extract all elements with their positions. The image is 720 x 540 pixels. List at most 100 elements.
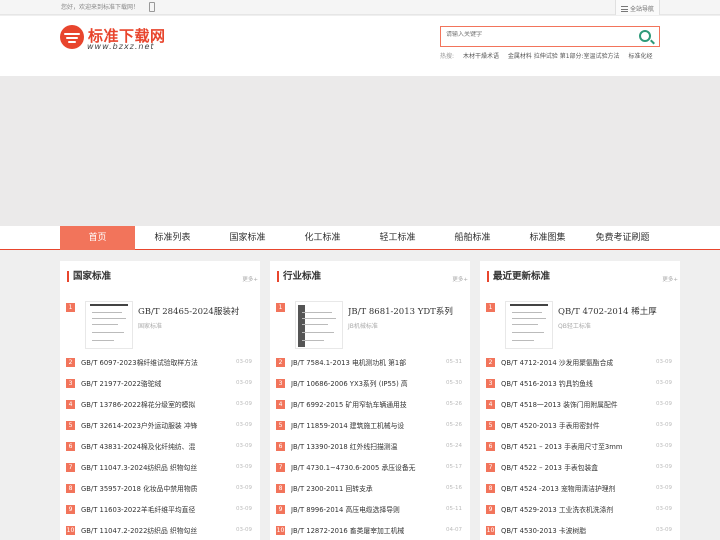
featured-item[interactable]: 1 JB/T 8681-2013 YDT系列 JB机械标准 [276,301,466,351]
list-item[interactable]: 8 GB/T 35957-2018 化妆品中禁用物质 03-09 [66,483,256,495]
list-item-title[interactable]: JB/T 2300-2011 回转支承 [291,484,431,494]
list-item[interactable]: 3 JB/T 10686-2006 YX3系列 (IP55) 高 05-30 [276,378,466,390]
standard-cover-thumbnail[interactable] [295,301,343,349]
list-item[interactable]: 2 GB/T 6097-2023棉纤维试验取样方法 03-09 [66,357,256,369]
nav-item-exam[interactable]: 免费考证刷题 [585,226,660,250]
rank-badge: 5 [66,421,75,430]
phone-icon[interactable] [149,2,155,12]
list-item-title[interactable]: GB/T 21977-2022骆驼绒 [81,379,221,389]
nav-item-chemical[interactable]: 化工标准 [285,226,360,250]
list-item-title[interactable]: QB/T 4521 – 2013 手表用尺寸至3mm [501,442,641,452]
list-item[interactable]: 4 GB/T 13786-2022棉花分级室的模拟 03-09 [66,399,256,411]
search-input[interactable] [446,31,626,38]
list-item-title[interactable]: JB/T 8996-2014 高压电缆选择导则 [291,505,431,515]
list-item[interactable]: 7 GB/T 11047.3-2024纺织品 织物勾丝 03-09 [66,462,256,474]
more-link[interactable]: 更多+ [662,275,678,283]
list-item-date: 05-16 [446,485,462,491]
featured-category: JB机械标准 [348,323,378,330]
featured-title[interactable]: GB/T 28465-2024服装衬 [138,305,256,317]
list-item[interactable]: 6 JB/T 13390-2018 红外线扫描测温 05-24 [276,441,466,453]
search-icon[interactable] [639,30,651,42]
list-item-title[interactable]: JB/T 10686-2006 YX3系列 (IP55) 高 [291,379,431,389]
rank-badge: 3 [66,379,75,388]
hot-keyword[interactable]: 金属材料 拉伸试验 第1部分:室温试验方法 [508,53,620,60]
list-item-date: 05-26 [446,401,462,407]
featured-category: 国家标准 [138,323,163,330]
list-item-title[interactable]: JB/T 4730.1~4730.6-2005 承压设备无 [291,463,431,473]
list-item[interactable]: 5 JB/T 11859-2014 建筑施工机械与设 05-26 [276,420,466,432]
list-item-title[interactable]: QB/T 4516-2013 钓具钓鱼线 [501,379,641,389]
list-item-date: 03-09 [656,422,672,428]
list-item-title[interactable]: GB/T 11047.3-2024纺织品 织物勾丝 [81,463,221,473]
list-item-title[interactable]: QB/T 4520-2013 手表用密封件 [501,421,641,431]
nav-item-national[interactable]: 国家标准 [210,226,285,250]
more-link[interactable]: 更多+ [242,275,258,283]
list-item[interactable]: 10 JB/T 12872-2016 畜类屠宰加工机械 04-07 [276,525,466,537]
featured-title[interactable]: QB/T 4702-2014 稀土厚 [558,305,676,317]
welcome-text: 您好，欢迎来到标准下载网！ [61,4,140,11]
list-item-title[interactable]: JB/T 11859-2014 建筑施工机械与设 [291,421,431,431]
list-item[interactable]: 6 GB/T 43831-2024棉及化纤纯纺、混 03-09 [66,441,256,453]
list-item[interactable]: 5 QB/T 4520-2013 手表用密封件 03-09 [486,420,676,432]
list-item-title[interactable]: GB/T 35957-2018 化妆品中禁用物质 [81,484,221,494]
nav-item-light-industry[interactable]: 轻工标准 [360,226,435,250]
hot-keyword[interactable]: 标准化经 [628,53,652,60]
standard-cover-thumbnail[interactable] [505,301,553,349]
nav-item-home[interactable]: 首页 [60,226,135,250]
list-item-title[interactable]: JB/T 13390-2018 红外线扫描测温 [291,442,431,452]
list-item[interactable]: 9 QB/T 4529-2013 工业洗衣机洗涤剂 03-09 [486,504,676,516]
list-item[interactable]: 9 JB/T 8996-2014 高压电缆选择导则 05-11 [276,504,466,516]
top-bar: 您好，欢迎来到标准下载网！ 全站导航 [0,0,720,15]
list-item-title[interactable]: GB/T 32614-2023户外运动服装 冲锋 [81,421,221,431]
list-item[interactable]: 10 GB/T 11047.2-2022纺织品 织物勾丝 03-09 [66,525,256,537]
list-item-title[interactable]: JB/T 7584.1-2013 电机测功机 第1部 [291,358,431,368]
list-item-title[interactable]: GB/T 43831-2024棉及化纤纯纺、混 [81,442,221,452]
list-item-title[interactable]: GB/T 11603-2022羊毛纤维平均直径 [81,505,221,515]
list-item-title[interactable]: QB/T 4712-2014 沙发用聚氨酯合成 [501,358,641,368]
list-item-title[interactable]: JB/T 12872-2016 畜类屠宰加工机械 [291,526,431,536]
list-item-date: 05-24 [446,443,462,449]
nav-item-ship[interactable]: 船舶标准 [435,226,510,250]
list-item-title[interactable]: QB/T 4522 – 2013 手表包装盒 [501,463,641,473]
list-item-title[interactable]: QB/T 4524 -2013 宠物用清洁护理剂 [501,484,641,494]
nav-item-standard-list[interactable]: 标准列表 [135,226,210,250]
standard-cover-thumbnail[interactable] [85,301,133,349]
list-item[interactable]: 9 GB/T 11603-2022羊毛纤维平均直径 03-09 [66,504,256,516]
featured-title[interactable]: JB/T 8681-2013 YDT系列 [348,305,466,317]
featured-item[interactable]: 1 GB/T 28465-2024服装衬 国家标准 [66,301,256,351]
rank-badge: 2 [66,358,75,367]
list-item-title[interactable]: GB/T 11047.2-2022纺织品 织物勾丝 [81,526,221,536]
nav-item-atlas[interactable]: 标准图集 [510,226,585,250]
list-item[interactable]: 3 GB/T 21977-2022骆驼绒 03-09 [66,378,256,390]
list-item[interactable]: 8 JB/T 2300-2011 回转支承 05-16 [276,483,466,495]
list-item-title[interactable]: QB/T 4518一2013 装饰门用附属配件 [501,400,641,410]
list-item-title[interactable]: GB/T 6097-2023棉纤维试验取样方法 [81,358,221,368]
list-item[interactable]: 2 JB/T 7584.1-2013 电机测功机 第1部 05-31 [276,357,466,369]
list-item-title[interactable]: QB/T 4529-2013 工业洗衣机洗涤剂 [501,505,641,515]
hot-keyword[interactable]: 木材干燥术语 [463,53,499,60]
list-item[interactable]: 7 JB/T 4730.1~4730.6-2005 承压设备无 05-17 [276,462,466,474]
site-nav-button[interactable]: 全站导航 [615,0,660,15]
featured-item[interactable]: 1 QB/T 4702-2014 稀土厚 QB轻工标准 [486,301,676,351]
search-box [440,26,660,47]
list-item[interactable]: 10 QB/T 4530-2013 卡波树脂 03-09 [486,525,676,537]
list-item[interactable]: 5 GB/T 32614-2023户外运动服装 冲锋 03-09 [66,420,256,432]
more-link[interactable]: 更多+ [452,275,468,283]
list-item-date: 03-09 [656,359,672,365]
list-item-date: 03-09 [656,401,672,407]
list-item-title[interactable]: JB/T 6992-2015 矿用窄轨车辆通用技 [291,400,431,410]
rank-badge: 2 [486,358,495,367]
list-item[interactable]: 2 QB/T 4712-2014 沙发用聚氨酯合成 03-09 [486,357,676,369]
list-item[interactable]: 7 QB/T 4522 – 2013 手表包装盒 03-09 [486,462,676,474]
list-item[interactable]: 4 JB/T 6992-2015 矿用窄轨车辆通用技 05-26 [276,399,466,411]
list-item-title[interactable]: QB/T 4530-2013 卡波树脂 [501,526,641,536]
list-item[interactable]: 3 QB/T 4516-2013 钓具钓鱼线 03-09 [486,378,676,390]
list-item[interactable]: 6 QB/T 4521 – 2013 手表用尺寸至3mm 03-09 [486,441,676,453]
rank-badge: 5 [276,421,285,430]
logo-icon[interactable] [60,25,84,49]
list-item-title[interactable]: GB/T 13786-2022棉花分级室的模拟 [81,400,221,410]
list-item-date: 05-30 [446,380,462,386]
list-item[interactable]: 4 QB/T 4518一2013 装饰门用附属配件 03-09 [486,399,676,411]
list-item[interactable]: 8 QB/T 4524 -2013 宠物用清洁护理剂 03-09 [486,483,676,495]
list-item-date: 03-09 [656,464,672,470]
